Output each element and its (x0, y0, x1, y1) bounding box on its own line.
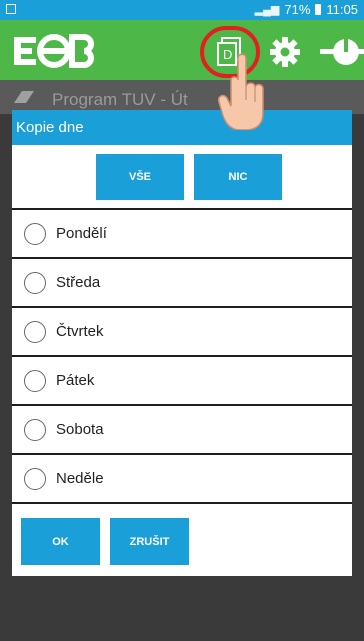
day-label: Středa (56, 274, 101, 291)
radio-icon[interactable] (24, 320, 46, 343)
radio-icon[interactable] (24, 222, 46, 245)
background-title: Program TUV - Út (52, 90, 188, 109)
day-option-monday[interactable]: Pondělí (12, 208, 352, 257)
day-label: Pondělí (56, 225, 107, 242)
day-option-thursday[interactable]: Čtvrtek (12, 306, 352, 355)
status-right: ▂▄▆ 71% 11:05 (255, 2, 358, 17)
logo (14, 34, 94, 68)
pointing-hand-icon (218, 53, 264, 130)
status-bar: ▂▄▆ 71% 11:05 (0, 0, 364, 20)
day-list: Pondělí Středa Čtvrtek Pátek Sobota Nedě… (12, 208, 352, 504)
day-option-wednesday[interactable]: Středa (12, 257, 352, 306)
day-option-friday[interactable]: Pátek (12, 355, 352, 404)
day-option-sunday[interactable]: Neděle (12, 453, 352, 504)
dialog-actions: OK ZRUŠIT (21, 518, 189, 565)
day-option-saturday[interactable]: Sobota (12, 404, 352, 453)
select-all-button[interactable]: VŠE (96, 154, 184, 200)
app-bar: D (0, 20, 364, 80)
back-arrow-icon (14, 91, 34, 103)
power-icon[interactable] (320, 36, 364, 68)
radio-icon[interactable] (24, 467, 46, 490)
radio-icon[interactable] (24, 418, 46, 441)
radio-icon[interactable] (24, 271, 46, 294)
select-none-button[interactable]: NIC (194, 154, 282, 200)
select-buttons: VŠE NIC (96, 154, 282, 200)
day-label: Sobota (56, 421, 104, 438)
day-label: Čtvrtek (56, 323, 104, 340)
clock: 11:05 (326, 2, 358, 17)
signal-icon: ▂▄▆ (254, 4, 280, 16)
day-label: Pátek (56, 372, 95, 389)
day-label: Neděle (56, 470, 104, 487)
notification-icon (6, 4, 16, 14)
radio-icon[interactable] (24, 369, 46, 392)
battery-percent: 71% (284, 2, 311, 17)
gear-icon[interactable] (270, 37, 300, 67)
cancel-button[interactable]: ZRUŠIT (110, 518, 189, 565)
battery-icon (315, 4, 322, 15)
background-header: Program TUV - Út (0, 80, 364, 114)
ok-button[interactable]: OK (21, 518, 100, 565)
copy-day-dialog: Kopie dne VŠE NIC Pondělí Středa Čtvrtek… (12, 110, 352, 576)
dialog-title: Kopie dne (12, 110, 352, 145)
